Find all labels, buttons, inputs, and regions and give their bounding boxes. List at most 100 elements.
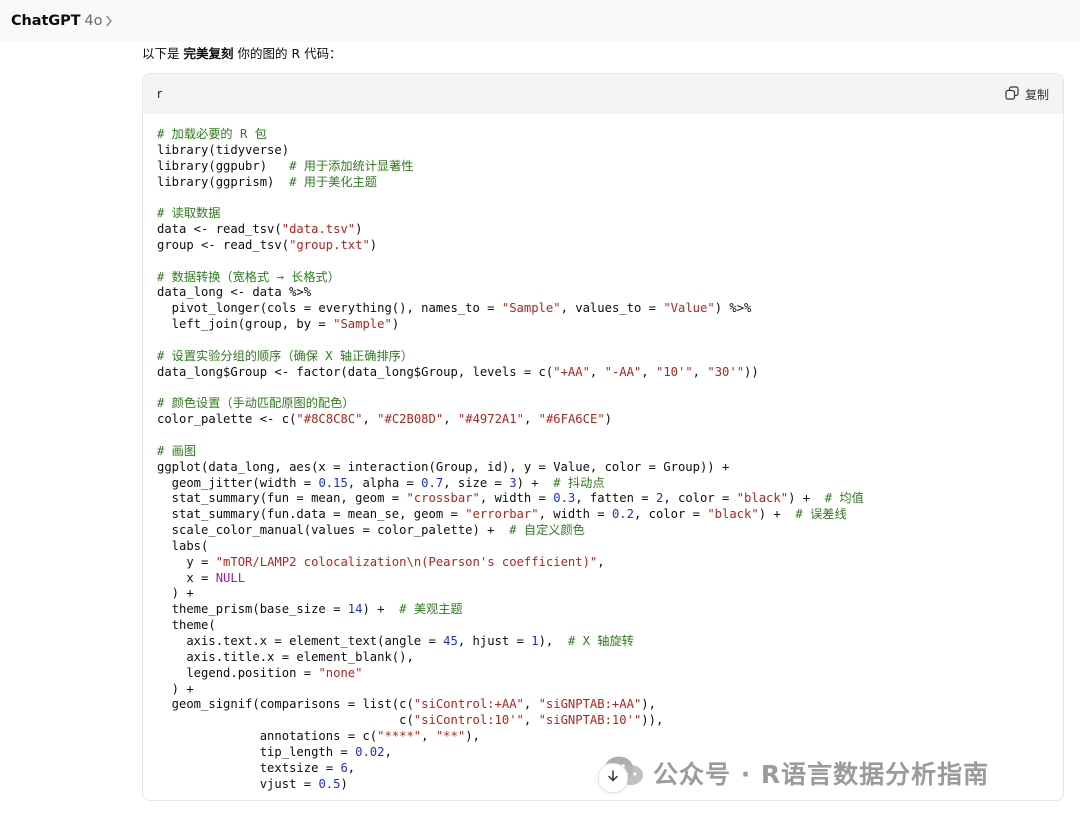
- code-token: ) +: [157, 681, 194, 696]
- code-token: "siControl:+AA": [413, 697, 524, 712]
- code-token: theme_prism(base_size =: [157, 602, 348, 617]
- code-token: geom_jitter(width =: [157, 475, 319, 490]
- code-token: ) +: [516, 475, 554, 490]
- code-token: 14: [347, 602, 363, 617]
- chevron-right-icon[interactable]: [105, 14, 117, 28]
- scroll-down-button[interactable]: [598, 763, 628, 793]
- code-token: # 误差线: [795, 507, 847, 522]
- code-token: ),: [465, 729, 480, 744]
- code-line: data <- read_tsv("data.tsv"): [157, 222, 362, 236]
- code-token: # 画图: [157, 443, 197, 458]
- code-token: )): [744, 364, 759, 379]
- code-line: # 读取数据: [157, 206, 220, 220]
- code-token: "data.tsv": [281, 222, 356, 237]
- code-token: # 数据转换（宽格式 → 长格式）: [157, 269, 340, 284]
- code-token: "siGNPTAB:10'": [538, 713, 642, 728]
- code-token: # 用于美化主题: [289, 174, 377, 189]
- code-token: ,: [589, 364, 605, 379]
- code-content[interactable]: # 加载必要的 R 包 library(tidyverse) library(g…: [157, 127, 1049, 792]
- code-token: axis.title.x = element_blank(),: [157, 649, 414, 664]
- code-line: # 加载必要的 R 包: [157, 127, 267, 141]
- code-token: "Sample": [333, 317, 392, 332]
- code-token: , color =: [663, 491, 737, 506]
- code-token: "none": [318, 665, 363, 680]
- code-token: ,: [421, 729, 436, 744]
- code-token: data <- read_tsv(: [157, 222, 282, 237]
- code-token: # 用于添加统计显著性: [289, 158, 414, 173]
- code-line: # 画图: [157, 444, 196, 458]
- code-token: x =: [157, 570, 216, 585]
- intro-text-bold: 完美复刻: [183, 46, 234, 61]
- code-token: scale_color_manual(values = color_palett…: [157, 523, 510, 538]
- code-token: ,: [523, 412, 539, 427]
- code-line: library(ggprism) # 用于美化主题: [157, 175, 377, 189]
- code-token: ,: [641, 364, 656, 379]
- code-token: 45: [443, 634, 458, 648]
- code-token: , fatten =: [575, 491, 656, 506]
- code-line: geom_signif(comparisons = list(c("siCont…: [157, 697, 656, 711]
- code-token: "mTOR/LAMP2 colocalization\n(Pearson's c…: [215, 554, 598, 569]
- code-token: , alpha =: [347, 475, 422, 490]
- code-token: ),: [641, 697, 656, 712]
- code-line: geom_jitter(width = 0.15, alpha = 0.7, s…: [157, 476, 605, 490]
- code-token: # 设置实验分组的顺序（确保 X 轴正确排序）: [157, 348, 414, 363]
- code-token: # 抖动点: [553, 475, 605, 490]
- code-token: , size =: [443, 475, 510, 490]
- code-token: 0.02: [355, 744, 385, 759]
- code-line: y = "mTOR/LAMP2 colocalization\n(Pearson…: [157, 554, 605, 569]
- code-language-label: r: [157, 87, 162, 101]
- code-line: ggplot(data_long, aes(x = interaction(Gr…: [157, 460, 729, 474]
- code-token: 0.3: [553, 491, 576, 506]
- code-token: # 加载必要的 R 包: [157, 127, 267, 141]
- code-line: # 颜色设置（手动匹配原图的配色）: [157, 396, 355, 410]
- code-line: scale_color_manual(values = color_palett…: [157, 523, 585, 537]
- code-line: ) +: [157, 682, 194, 696]
- code-token: ,: [597, 554, 605, 569]
- code-token: , hjust =: [457, 634, 532, 648]
- code-token: "****": [377, 729, 422, 744]
- code-line: vjust = 0.5): [157, 777, 348, 791]
- code-body: # 加载必要的 R 包 library(tidyverse) library(g…: [143, 114, 1063, 792]
- code-token: stat_summary(fun = mean, geom =: [157, 491, 407, 506]
- code-token: NULL: [215, 570, 246, 585]
- code-line: group <- read_tsv("group.txt"): [157, 238, 377, 252]
- code-line: legend.position = "none": [157, 666, 362, 680]
- code-token: # 均值: [824, 491, 864, 506]
- code-token: ,: [443, 412, 458, 427]
- code-token: ,: [384, 744, 392, 759]
- code-token: 0.5: [318, 776, 341, 791]
- code-token: "30'": [707, 364, 745, 379]
- intro-text-suffix: 你的图的 R 代码：: [233, 46, 342, 61]
- code-line: left_join(group, by = "Sample"): [157, 317, 399, 331]
- code-token: "#8C8C8C": [296, 412, 363, 427]
- code-line: axis.title.x = element_blank(),: [157, 649, 414, 664]
- code-token: ): [391, 317, 400, 332]
- model-selector-version[interactable]: 4o: [84, 13, 102, 29]
- code-token: c(: [157, 713, 414, 728]
- model-selector-name[interactable]: ChatGPT: [11, 13, 81, 29]
- code-token: 0.15: [318, 475, 348, 490]
- code-token: 1: [531, 634, 539, 648]
- code-line: library(tidyverse): [157, 143, 289, 157]
- copy-code-button[interactable]: 复制: [1005, 85, 1049, 103]
- code-token: "**": [435, 729, 466, 744]
- code-token: textsize =: [157, 760, 341, 775]
- code-token: "group.txt": [289, 237, 370, 252]
- code-line: # 数据转换（宽格式 → 长格式）: [157, 270, 340, 284]
- code-token: ),: [538, 634, 568, 648]
- code-token: , values_to =: [560, 301, 664, 316]
- code-token: ) +: [157, 586, 194, 601]
- code-line: data_long <- data %>%: [157, 285, 311, 299]
- code-token: annotations = c(: [157, 729, 378, 744]
- code-token: y =: [157, 554, 216, 569]
- code-line: theme_prism(base_size = 14) + # 美观主题: [157, 602, 463, 616]
- code-token: data_long$Group <- factor(data_long$Grou…: [157, 364, 554, 379]
- code-token: ,: [692, 364, 708, 379]
- code-token: tip_length =: [157, 744, 356, 759]
- code-token: legend.position =: [157, 665, 319, 680]
- code-line: axis.text.x = element_text(angle = 45, h…: [157, 634, 634, 648]
- code-token: 3: [509, 475, 517, 490]
- code-token: 0.2: [611, 507, 634, 522]
- code-token: "black": [736, 491, 789, 506]
- code-line: textsize = 6,: [157, 761, 355, 775]
